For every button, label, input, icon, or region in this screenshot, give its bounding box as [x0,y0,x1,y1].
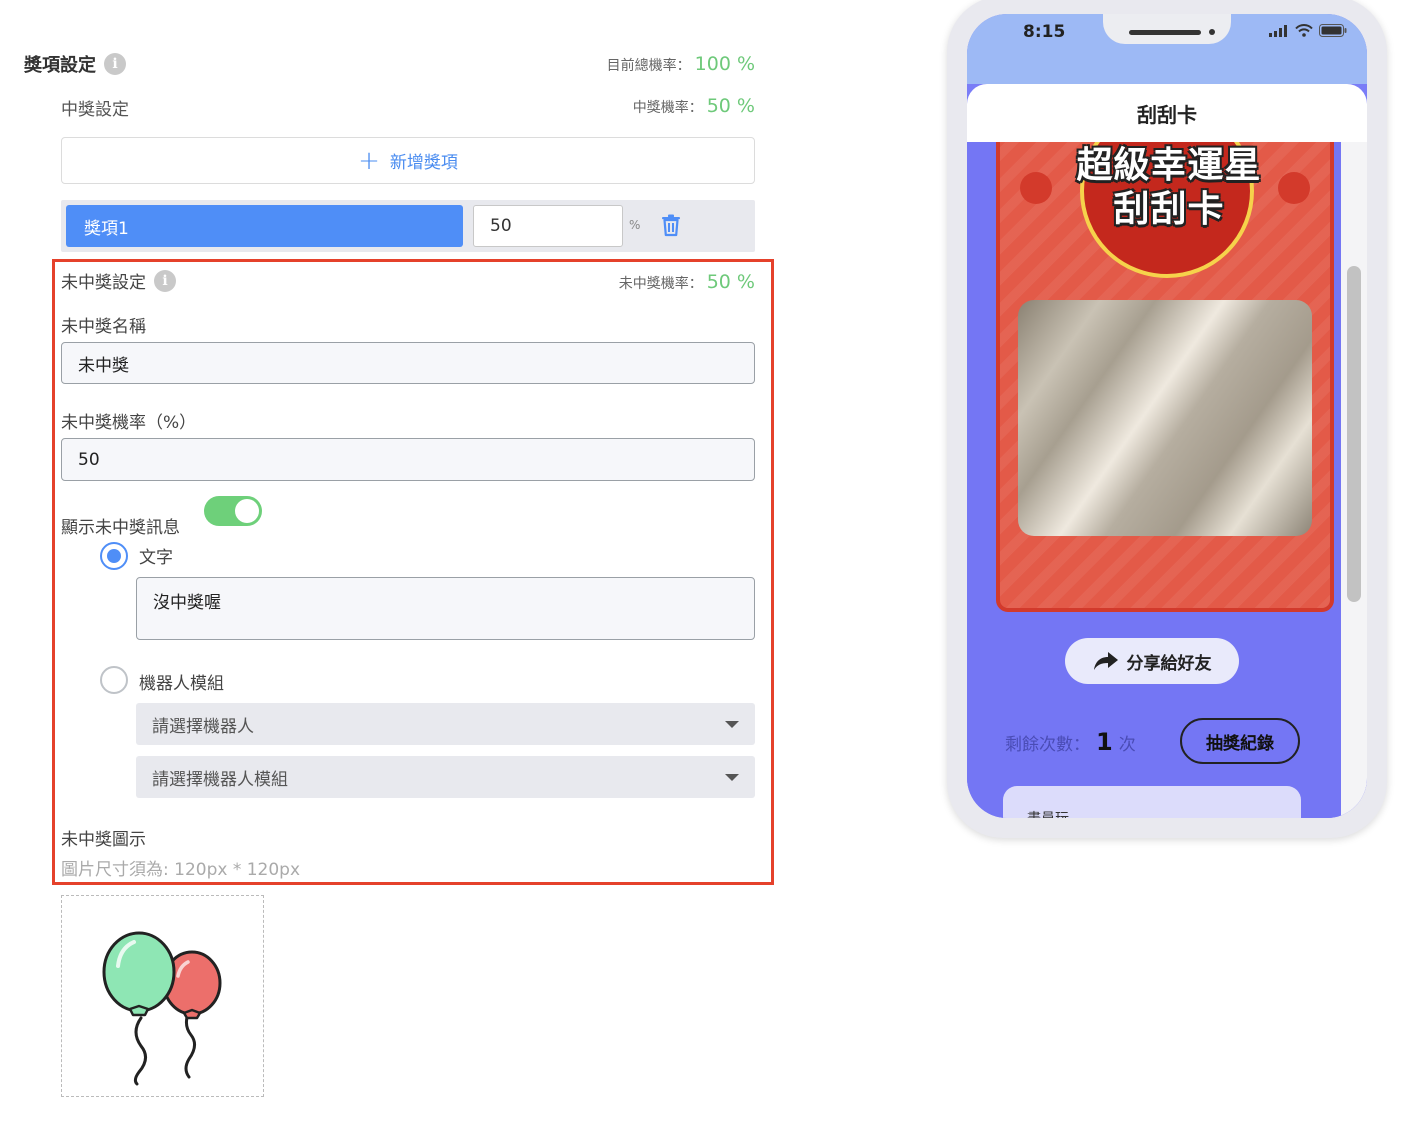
share-arrow-icon [1093,652,1118,670]
card-title: 超級幸運星 刮刮卡 [1000,144,1330,232]
card-title-line1: 超級幸運星 [1076,145,1262,186]
win-rate-value: 50 % [706,95,755,117]
chevron-down-icon [725,721,739,728]
share-label: 分享給好友 [1126,653,1212,674]
lose-settings-title: 未中獎設定 i [61,268,176,293]
remaining-count: 剩餘次數： 1 次 [1005,728,1136,756]
win-rate-label: 中獎機率： [632,100,703,116]
lose-prob-input[interactable]: 50 [61,438,755,481]
lose-settings-title-text: 未中獎設定 [61,273,146,293]
scrollbar-thumb[interactable] [1347,266,1361,602]
prize-row: 獎項1 50 % [61,200,755,252]
card-title-line2: 刮刮卡 [1113,189,1225,230]
lose-icon-upload[interactable] [61,895,264,1097]
status-bar: 8:15 [967,14,1367,84]
add-prize-label: 新增獎項 [389,153,458,173]
remaining-unit: 次 [1118,735,1136,755]
lose-rate: 未中獎機率： 50 % [619,271,755,293]
prize-rate-input[interactable]: 50 [473,205,623,247]
show-message-toggle[interactable] [204,496,262,526]
bot-select[interactable]: 請選擇機器人 [136,703,755,745]
show-message-label: 顯示未中獎訊息 [61,518,180,538]
prize-name-field[interactable]: 獎項1 [66,205,463,247]
phone-content: 超級幸運星 刮刮卡 分享給好友 剩餘次數： 1 次 抽獎紀錄 畫員玩 [967,142,1367,818]
remaining-label: 剩餘次數： [1005,735,1090,755]
signal-icon [1269,24,1287,37]
chevron-down-icon [725,774,739,781]
phone-screen: 8:15 刮刮卡 超級幸運星 刮刮卡 分享給好友 剩餘次數： 1 次 抽獎紀錄 [967,14,1367,818]
total-rate-value: 100 % [694,53,755,75]
draw-record-button[interactable]: 抽獎紀錄 [1180,718,1300,764]
scratch-card: 超級幸運星 刮刮卡 [996,142,1334,612]
lose-icon-label: 未中獎圖示 [61,830,146,850]
radio-bot-label[interactable]: 機器人模組 [139,669,224,694]
lose-rate-value: 50 % [706,271,755,293]
section-title: 獎項設定 i [24,51,126,77]
share-button[interactable]: 分享給好友 [1065,638,1239,684]
battery-icon [1319,24,1347,37]
total-rate-label: 目前總機率： [606,58,691,74]
info-icon[interactable]: i [104,53,126,75]
bot-select-placeholder: 請選擇機器人 [152,716,254,737]
list-card: 畫員玩 [1003,786,1301,818]
phone-header-title: 刮刮卡 [967,84,1367,142]
phone-notch [1103,14,1231,44]
status-time: 8:15 [1023,22,1066,42]
lose-rate-label: 未中獎機率： [618,276,703,292]
lose-prob-label: 未中獎機率（%） [61,413,197,433]
radio-text-option[interactable] [100,542,128,570]
win-settings-title: 中獎設定 [61,100,129,120]
lose-name-label: 未中獎名稱 [61,317,146,337]
radio-bot-option[interactable] [100,666,128,694]
total-rate: 目前總機率： 100 % [607,53,755,75]
lose-name-input[interactable]: 未中獎 [61,342,755,384]
status-icons [1269,24,1347,37]
section-title-text: 獎項設定 [24,55,96,76]
remaining-number: 1 [1096,728,1113,756]
add-prize-button[interactable]: + 新增獎項 [61,137,755,184]
info-icon[interactable]: i [154,269,176,292]
wifi-icon [1295,24,1313,37]
toggle-knob [235,499,259,523]
lose-icon-hint: 圖片尺寸須為: 120px * 120px [61,860,301,880]
bot-module-placeholder: 請選擇機器人模組 [152,769,288,790]
balloons-icon [102,931,222,1086]
scratch-area[interactable] [1018,300,1312,536]
lose-message-textarea[interactable]: 沒中獎喔 [136,577,755,640]
list-card-text: 畫員玩 [1027,808,1069,818]
plus-icon: + [358,145,380,176]
win-rate: 中獎機率： 50 % [633,95,755,117]
trash-icon[interactable] [659,213,683,237]
bot-module-select[interactable]: 請選擇機器人模組 [136,756,755,798]
radio-text-label[interactable]: 文字 [139,543,173,568]
prize-rate-unit: % [629,218,641,232]
